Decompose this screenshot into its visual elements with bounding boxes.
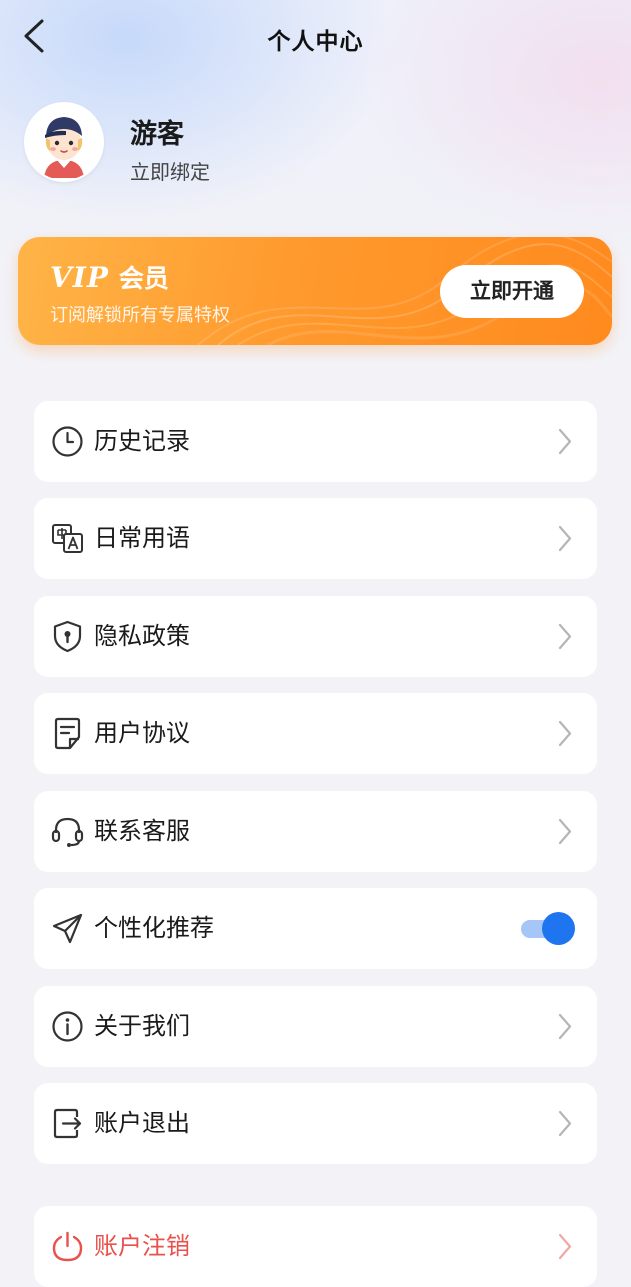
send-icon (52, 913, 83, 944)
toggle-knob (542, 912, 575, 945)
info-icon (52, 1011, 83, 1042)
navigation-bar: 个人中心 (0, 0, 631, 80)
chevron-right-icon (558, 428, 572, 455)
clock-icon (52, 426, 83, 457)
menu-item-daily-phrases[interactable]: 日常用语 (34, 498, 597, 579)
menu-item-user-agreement[interactable]: 用户协议 (34, 693, 597, 774)
menu-label: 账户注销 (94, 1232, 190, 1260)
menu-label: 历史记录 (94, 427, 190, 455)
chevron-right-icon (558, 1110, 572, 1137)
vip-banner[interactable]: VIP 会员 订阅解锁所有专属特权 立即开通 (18, 237, 612, 345)
menu-label: 日常用语 (94, 524, 190, 552)
headset-icon (51, 817, 84, 847)
shield-icon (53, 620, 82, 653)
chevron-right-icon (558, 818, 572, 845)
bind-account-link[interactable]: 立即绑定 (130, 156, 210, 185)
menu-item-personalized-recommendation: 个性化推荐 (34, 888, 597, 969)
avatar-boy-icon (26, 104, 102, 180)
translate-icon (52, 524, 83, 553)
chevron-right-icon (558, 525, 572, 552)
menu-item-logout[interactable]: 账户退出 (34, 1083, 597, 1164)
chevron-right-icon (558, 720, 572, 747)
avatar[interactable] (26, 104, 102, 180)
document-icon (54, 717, 81, 750)
menu-label: 关于我们 (94, 1012, 190, 1040)
personalized-recommendation-toggle[interactable] (521, 912, 575, 945)
page-title: 个人中心 (267, 29, 364, 55)
vip-title: VIP 会员 (50, 259, 169, 295)
vip-logo: VIP (50, 261, 109, 294)
power-icon (52, 1231, 83, 1262)
vip-subtitle: 订阅解锁所有专属特权 (50, 305, 230, 326)
menu-label: 个性化推荐 (94, 914, 214, 942)
menu-item-history[interactable]: 历史记录 (34, 401, 597, 482)
menu-item-delete-account[interactable]: 账户注销 (34, 1206, 597, 1287)
username: 游客 (130, 119, 184, 150)
menu-label: 用户协议 (94, 719, 190, 747)
vip-title-label: 会员 (118, 264, 169, 293)
menu-item-privacy-policy[interactable]: 隐私政策 (34, 596, 597, 677)
menu-label: 隐私政策 (94, 622, 190, 650)
chevron-right-icon (558, 1233, 572, 1260)
chevron-right-icon (558, 1013, 572, 1040)
menu-label: 联系客服 (94, 817, 190, 845)
menu-label: 账户退出 (94, 1109, 190, 1137)
profile-section: 游客 立即绑定 (26, 104, 426, 184)
menu-item-about-us[interactable]: 关于我们 (34, 986, 597, 1067)
vip-activate-button[interactable]: 立即开通 (440, 265, 584, 318)
logout-icon (53, 1108, 82, 1139)
chevron-right-icon (558, 623, 572, 650)
menu-item-customer-service[interactable]: 联系客服 (34, 791, 597, 872)
